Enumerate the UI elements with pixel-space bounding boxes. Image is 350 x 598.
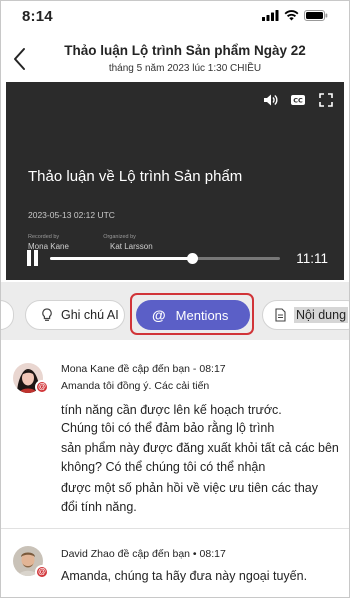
mention-line: Amanda, chúng ta hãy đưa này ngoại tuyến… [61,569,308,583]
svg-text:CC: CC [293,97,303,105]
mention-line: đổi tính năng. [61,500,137,514]
tab-content[interactable]: Nội dung [262,300,350,330]
seek-thumb[interactable] [187,253,199,264]
seek-bar-progress [50,257,193,260]
mention-line: được một số phản hồi về việc ưu tiên các… [61,481,319,495]
mention-line: sản phẩm này được đăng xuất khỏi tất cả … [61,441,339,455]
document-icon [275,308,286,322]
meeting-header: Thảo luận Lộ trình Sản phẩm Ngày 22 thán… [0,38,350,80]
meeting-datetime: tháng 5 năm 2023 lúc 1:30 CHIỀU [108,63,262,74]
fullscreen-icon[interactable] [318,92,334,108]
pause-button[interactable] [26,250,40,266]
captions-icon[interactable]: CC [290,92,306,108]
tab-ai-notes-label: Ghi chú AI [61,308,119,322]
video-credit-names: Mona Kane Kat Larsson [28,242,153,251]
organized-by-label: Organized by [103,234,136,240]
mention-line: Amanda tôi đồng ý. Các cải tiến [61,380,210,392]
mention-line: tính năng cần được lên kế hoạch trước. [61,403,282,417]
tab-content-label: Nội dung [294,307,349,323]
mention-header: Mona Kane đề cập đến bạn - 08:17 [61,363,226,375]
tab-bar: Ghi chú AI @ Mentions Nội dung [0,282,350,340]
video-top-controls: CC [262,92,334,108]
video-duration: 11:11 [296,251,328,266]
tab-ai-notes[interactable]: Ghi chú AI [25,300,125,330]
organized-by-name: Kat Larsson [110,242,153,251]
status-bar: 8:14 [0,0,350,30]
mention-badge-icon: @ [35,380,49,394]
lightbulb-icon [42,308,52,321]
video-player[interactable]: CC Thảo luận về Lộ trình Sản phẩm 2023-0… [6,82,344,280]
back-chevron-icon[interactable] [10,46,30,72]
wifi-icon [284,10,299,21]
mention-line: Chúng tôi có thể đảm bảo rằng lộ trình [61,421,275,435]
status-icons [262,10,328,21]
video-title: Thảo luận về Lộ trình Sản phẩm [28,168,243,185]
mention-line: không? Có thể chúng tôi có thể nhận [61,460,266,474]
tab-mentions[interactable]: @ Mentions [136,300,250,330]
divider [0,528,350,529]
at-sign-icon: @ [152,307,166,323]
volume-icon[interactable] [262,92,278,108]
battery-icon [304,10,328,21]
meeting-title: Thảo luận Lộ trình Sản phẩm Ngày 22 [64,43,306,58]
seek-bar[interactable] [50,253,280,264]
status-time: 8:14 [22,8,53,25]
tab-previous[interactable] [0,300,14,330]
video-date: 2023-05-13 02:12 UTC [28,210,115,220]
tab-mentions-label: Mentions [175,307,229,323]
mention-badge-icon: @ [35,565,49,579]
signal-icon [262,10,279,21]
video-credit-labels: Recorded by Organized by [28,234,136,240]
recorded-by-label: Recorded by [28,234,60,240]
mention-header: David Zhao đề cập đến bạn • 08:17 [61,548,226,560]
